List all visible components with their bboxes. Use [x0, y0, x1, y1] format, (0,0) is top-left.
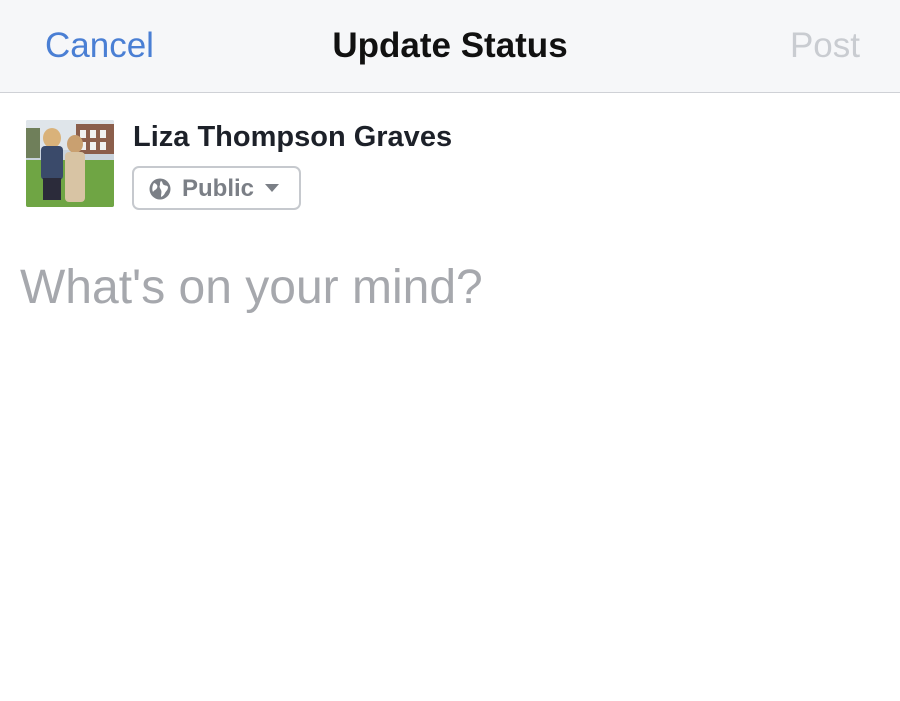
- profile-photo-icon: [26, 120, 114, 207]
- post-button[interactable]: Post: [790, 24, 860, 68]
- page-title: Update Status: [332, 26, 568, 65]
- status-input[interactable]: [20, 258, 880, 678]
- globe-icon: [149, 178, 171, 200]
- chevron-down-icon: [265, 184, 279, 192]
- privacy-label: Public: [182, 175, 255, 202]
- avatar[interactable]: [26, 120, 114, 207]
- update-status-screen: Cancel Update Status Post Liza Thompson …: [0, 0, 900, 701]
- user-name[interactable]: Liza Thompson Graves: [133, 119, 452, 155]
- privacy-selector[interactable]: Public: [132, 166, 301, 210]
- navigation-bar: Cancel Update Status Post: [0, 0, 900, 93]
